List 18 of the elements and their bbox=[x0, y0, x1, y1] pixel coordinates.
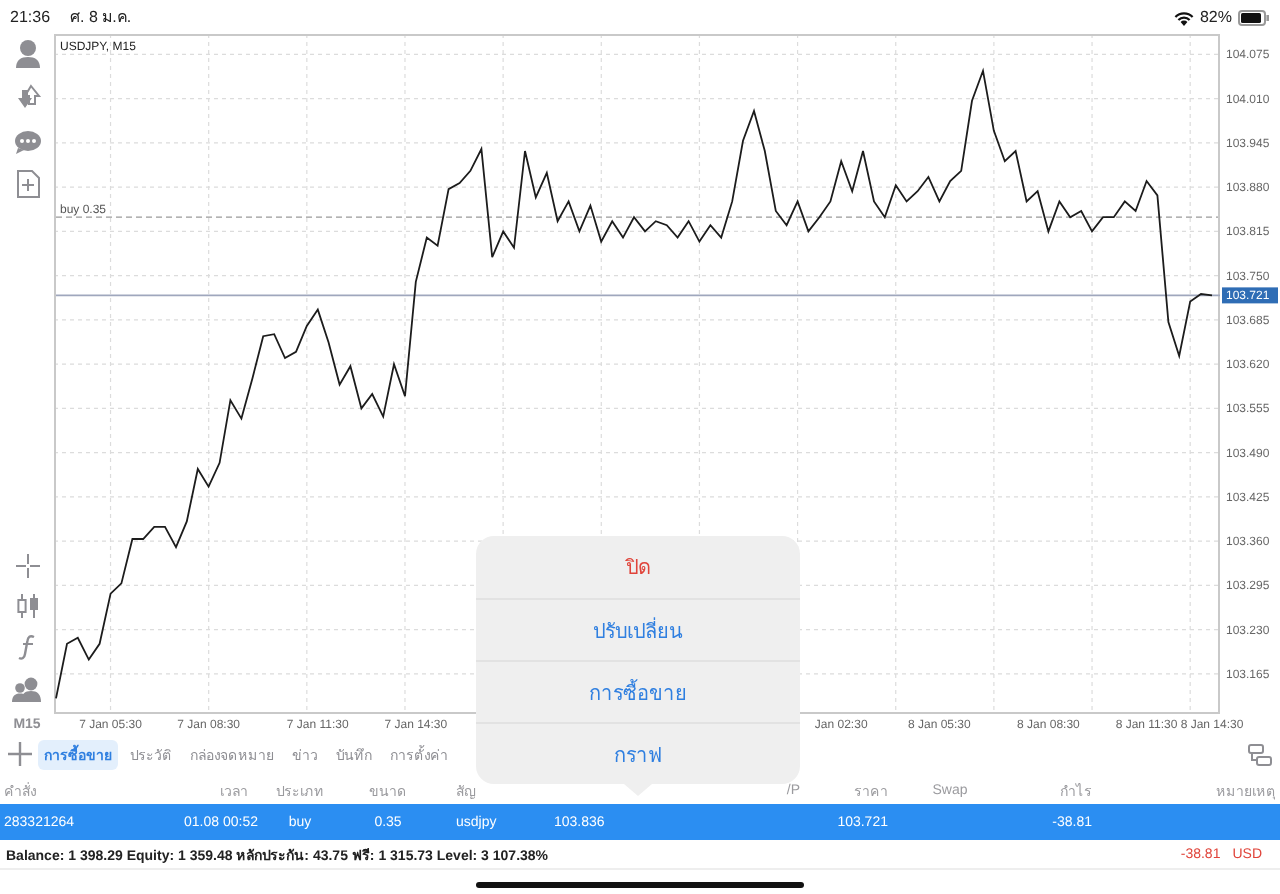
person-icon[interactable] bbox=[13, 38, 41, 68]
plus-icon[interactable] bbox=[8, 742, 32, 766]
battery-icon bbox=[1238, 9, 1270, 25]
crosshair-icon[interactable] bbox=[15, 554, 39, 578]
chat-icon[interactable] bbox=[13, 130, 41, 154]
new-document-icon[interactable] bbox=[15, 170, 39, 198]
menu-item[interactable]: การซื้อขาย bbox=[476, 660, 800, 722]
date-text: ศ. 8 ม.ค. bbox=[70, 6, 132, 30]
function-icon[interactable] bbox=[17, 634, 37, 660]
people-icon[interactable] bbox=[12, 676, 42, 702]
battery-percent: 82% bbox=[1199, 8, 1232, 26]
clock-time: 21:36 bbox=[10, 8, 51, 26]
menu-item[interactable]: กราฟ bbox=[476, 722, 800, 784]
layout-icon[interactable] bbox=[1248, 743, 1272, 765]
candlestick-icon[interactable] bbox=[15, 594, 39, 618]
menu-item[interactable]: ปรับเปลี่ยน bbox=[476, 598, 800, 660]
menu-item[interactable]: ปิด bbox=[476, 536, 800, 598]
wifi-icon bbox=[1173, 9, 1194, 25]
